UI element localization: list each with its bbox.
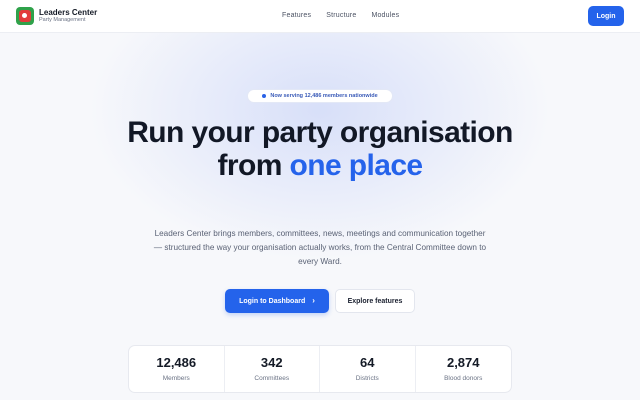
logo-mark bbox=[19, 10, 31, 22]
stat-value: 64 bbox=[360, 355, 375, 370]
main-nav: Features Structure Modules bbox=[282, 12, 414, 19]
stat-label: Members bbox=[162, 375, 190, 382]
stat-members: 12,486 Members bbox=[129, 346, 225, 392]
stat-value: 2,874 bbox=[446, 355, 480, 370]
stat-committees: 342 Committees bbox=[225, 346, 320, 392]
stat-blood-donors: 2,874 Blood donors bbox=[416, 346, 512, 392]
nav-item-features[interactable]: Features bbox=[282, 12, 311, 19]
stat-value: 342 bbox=[260, 355, 283, 370]
nav-item-modules[interactable]: Modules bbox=[371, 12, 399, 19]
stats-card: 12,486 Members 342 Committees 64 Distric… bbox=[128, 345, 512, 393]
hero-headline: Run your party organisation from one pla… bbox=[120, 116, 520, 182]
brand-subtitle: Party Management bbox=[39, 16, 86, 23]
stat-label: Districts bbox=[355, 375, 379, 382]
status-dot-icon bbox=[262, 94, 267, 98]
stat-value: 12,486 bbox=[156, 355, 197, 370]
login-to-dashboard-button[interactable]: Login to Dashboard › bbox=[225, 289, 329, 313]
primary-cta-label: Login to Dashboard bbox=[239, 297, 306, 305]
top-navbar: Leaders Center Party Management Features… bbox=[0, 0, 640, 33]
stat-label: Blood donors bbox=[444, 375, 483, 382]
explore-features-button[interactable]: Explore features bbox=[335, 289, 415, 313]
brand-link[interactable]: Leaders Center Party Management bbox=[16, 7, 97, 25]
members-badge: Now serving 12,486 members nationwide bbox=[247, 89, 393, 103]
party-logo-icon bbox=[16, 7, 34, 25]
hero-section: Now serving 12,486 members nationwide Ru… bbox=[0, 33, 640, 400]
brand-text: Leaders Center Party Management bbox=[39, 7, 98, 24]
headline-accent: one place bbox=[289, 148, 424, 182]
brand-name: Leaders Center bbox=[39, 7, 98, 17]
stat-districts: 64 Districts bbox=[320, 346, 416, 392]
badge-text: Now serving 12,486 members nationwide bbox=[270, 93, 378, 99]
nav-item-structure[interactable]: Structure bbox=[326, 12, 356, 19]
hero-description: Leaders Center brings members, committee… bbox=[153, 229, 487, 266]
login-button[interactable]: Login bbox=[588, 6, 624, 26]
stat-label: Committees bbox=[254, 375, 290, 382]
chevron-right-icon: › bbox=[312, 296, 315, 305]
